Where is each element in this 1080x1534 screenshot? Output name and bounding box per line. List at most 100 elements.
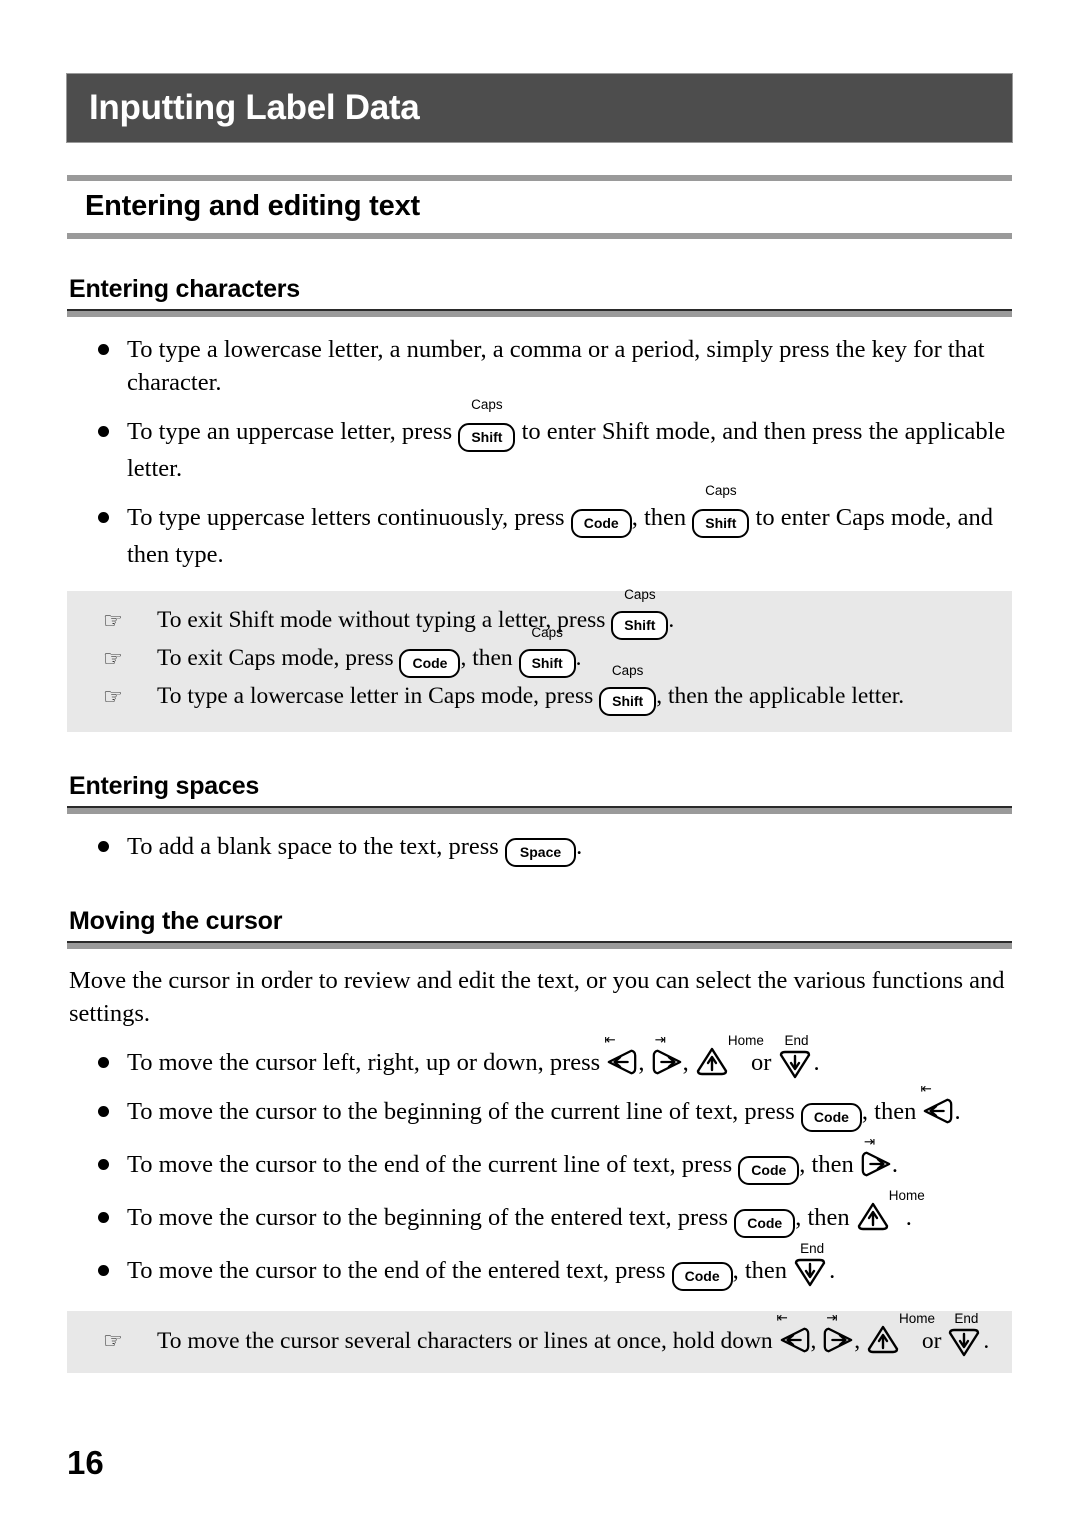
bullet-item: To type an uppercase letter, press Caps S…	[67, 398, 1012, 485]
code-key-icon: Code	[800, 1095, 862, 1132]
text-run: , then	[861, 1098, 923, 1125]
subsection-entering-characters: Entering characters To type a lowercase …	[67, 275, 1012, 732]
home-label: Home	[727, 1033, 764, 1048]
shift-key-label: Shift	[518, 649, 576, 678]
text-run: , then the applicable letter.	[656, 683, 905, 709]
text-run: ,	[638, 1049, 651, 1076]
code-key-label: Code	[671, 1262, 733, 1291]
code-key-icon: Code	[399, 643, 461, 678]
shift-key-icon: Caps Shift	[599, 664, 657, 716]
text-run: .	[829, 1257, 836, 1284]
cursor-up-key-icon: Home	[856, 1189, 925, 1232]
code-key-icon: Code	[738, 1148, 800, 1185]
text-run: To move the cursor to the beginning of t…	[127, 1204, 735, 1231]
section-rule-bottom	[67, 233, 1012, 239]
bullet-list-entering-characters: To type a lowercase letter, a number, a …	[67, 333, 1012, 571]
text-run: , then	[631, 504, 693, 531]
pointing-hand-icon: ☞	[103, 647, 123, 672]
cursor-right-key-icon: ⇥	[822, 1311, 854, 1355]
cursor-down-key-icon: End	[793, 1242, 829, 1287]
cursor-up-key-icon: Home	[695, 1034, 764, 1077]
text-run: To type uppercase letters continuously, …	[127, 504, 571, 531]
bullet-item: To move the cursor left, right, up or do…	[67, 1033, 1012, 1079]
code-key-icon: Code	[671, 1254, 733, 1291]
space-key-icon: Space	[504, 830, 577, 867]
text-run: To move the cursor left, right, up or do…	[127, 1049, 607, 1076]
text-run: To move the cursor to the end of the ent…	[127, 1257, 672, 1284]
subsection-rule	[67, 941, 1012, 949]
subsection-entering-spaces: Entering spaces To add a blank space to …	[67, 772, 1012, 867]
right-key-sup-label: ⇥	[863, 1134, 876, 1149]
bullet-dot-icon	[98, 1057, 109, 1068]
space-key-label: Space	[504, 838, 577, 867]
bullet-dot-icon	[98, 512, 109, 523]
shift-key-label: Shift	[611, 611, 669, 640]
subsection-heading-entering-characters: Entering characters	[69, 275, 301, 303]
left-key-sup-label: ⇤	[920, 1081, 932, 1096]
text-run: .	[954, 1098, 961, 1125]
code-key-icon: Code	[734, 1201, 796, 1238]
text-run: .	[813, 1049, 820, 1076]
section-heading: Entering and editing text	[85, 190, 420, 222]
bullet-list-entering-spaces: To add a blank space to the text, press …	[67, 830, 1012, 867]
text-run: , then	[460, 645, 519, 671]
note-item: ☞ To move the cursor several characters o…	[85, 1311, 994, 1357]
text-run: ,	[682, 1049, 695, 1076]
code-key-icon: Code	[570, 501, 632, 538]
text-run: , then	[732, 1257, 794, 1284]
text-run: To move the cursor several characters or…	[157, 1328, 779, 1354]
note-item: ☞ To type a lowercase letter in Caps mode…	[85, 664, 994, 716]
text-run: .	[983, 1328, 990, 1354]
text-run: , then	[799, 1151, 860, 1178]
shift-key-label: Shift	[458, 423, 516, 452]
bullet-item: To move the cursor to the beginning of t…	[67, 1189, 1012, 1238]
home-label: Home	[888, 1188, 925, 1203]
bullet-item: To move the cursor to the end of the cur…	[67, 1135, 1012, 1185]
subsection-rule	[67, 806, 1012, 814]
cursor-down-key-icon: End	[947, 1312, 983, 1357]
left-key-sup-label: ⇤	[604, 1032, 616, 1047]
key-superscript-label: Caps	[471, 397, 503, 412]
text-run: or	[916, 1328, 948, 1354]
bullet-dot-icon	[98, 426, 109, 437]
text-run: .	[905, 1204, 912, 1231]
subsection-moving-the-cursor: Moving the cursor Move the cursor in ord…	[67, 907, 1012, 1373]
end-label: End	[800, 1241, 825, 1256]
code-key-label: Code	[570, 509, 632, 538]
cursor-left-key-icon: ⇤	[920, 1082, 954, 1126]
text-run: ,	[854, 1328, 867, 1354]
subsection-heading-moving-the-cursor: Moving the cursor	[69, 907, 283, 935]
bullet-list-moving-the-cursor: To move the cursor left, right, up or do…	[67, 1033, 1012, 1291]
bullet-dot-icon	[98, 841, 109, 852]
bullet-item: To type a lowercase letter, a number, a …	[67, 333, 1012, 399]
right-key-sup-label: ⇥	[826, 1310, 838, 1325]
shift-key-icon: Caps Shift	[458, 398, 516, 452]
bullet-item: To add a blank space to the text, press …	[67, 830, 1012, 867]
right-key-sup-label: ⇥	[654, 1032, 666, 1047]
pointing-hand-icon: ☞	[103, 1329, 123, 1354]
bullet-item: To type uppercase letters continuously, …	[67, 484, 1012, 571]
code-key-label: Code	[800, 1103, 862, 1132]
key-superscript-label: Caps	[531, 625, 563, 640]
pointing-hand-icon: ☞	[103, 685, 123, 710]
shift-key-label: Shift	[692, 509, 750, 538]
key-superscript-label: Caps	[611, 663, 644, 678]
cursor-left-key-icon: ⇤	[604, 1033, 638, 1077]
cursor-right-key-icon: ⇥	[651, 1033, 683, 1077]
shift-key-icon: Caps Shift	[518, 626, 576, 678]
text-run: or	[744, 1049, 778, 1076]
bullet-item: To move the cursor to the end of the ent…	[67, 1242, 1012, 1291]
code-key-label: Code	[734, 1209, 796, 1238]
bullet-dot-icon	[98, 1212, 109, 1223]
bullet-dot-icon	[98, 1265, 109, 1276]
subsection-heading-entering-spaces: Entering spaces	[69, 772, 260, 800]
code-key-label: Code	[399, 649, 461, 678]
key-superscript-label: Caps	[624, 587, 656, 602]
end-label: End	[954, 1311, 979, 1326]
chapter-header-bar: Inputting Label Data	[67, 74, 1012, 142]
bullet-dot-icon	[98, 1159, 109, 1170]
cursor-down-key-icon: End	[778, 1034, 814, 1079]
bullet-dot-icon	[98, 344, 109, 355]
note-box-moving-the-cursor: ☞ To move the cursor several characters o…	[67, 1311, 1012, 1373]
paragraph-moving-the-cursor-intro: Move the cursor in order to review and e…	[69, 967, 1005, 1027]
